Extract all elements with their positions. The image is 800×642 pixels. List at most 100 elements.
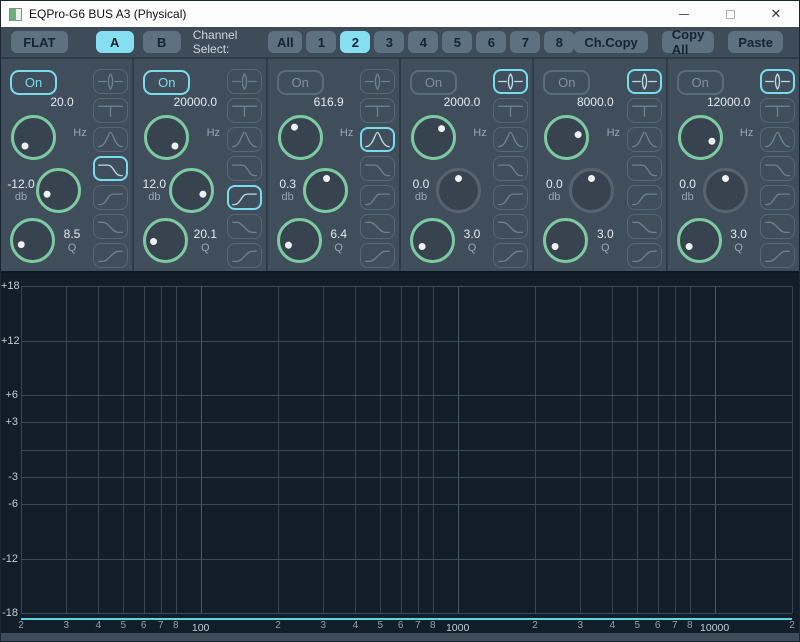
filter-notch-button[interactable] xyxy=(493,98,528,123)
band-on-button[interactable]: On xyxy=(677,70,724,95)
channel-copy-button[interactable]: Ch.Copy xyxy=(574,31,647,53)
filter-high-shelf-button[interactable] xyxy=(227,214,262,239)
notch-filter-icon xyxy=(763,100,792,121)
freq-knob[interactable] xyxy=(544,115,589,160)
filter-high-pass-button[interactable] xyxy=(493,185,528,210)
filter-low-pass-button[interactable] xyxy=(493,156,528,181)
knob-indicator-dot xyxy=(684,242,694,252)
filter-band-pass-button[interactable] xyxy=(760,127,795,152)
filter-peak-button[interactable] xyxy=(627,69,662,94)
freq-knob[interactable] xyxy=(411,115,456,160)
q-knob[interactable] xyxy=(410,218,455,263)
channel-7-button[interactable]: 7 xyxy=(510,31,540,53)
freq-knob[interactable] xyxy=(278,115,323,160)
notch-filter-icon xyxy=(96,100,125,121)
filter-band-pass-button[interactable] xyxy=(627,127,662,152)
filter-peak-button[interactable] xyxy=(93,69,128,94)
app-window: EQPro-G6 BUS A3 (Physical) ✕ FLAT A B Ch… xyxy=(0,0,800,642)
band-on-button[interactable]: On xyxy=(143,70,190,95)
channel-1-button[interactable]: 1 xyxy=(306,31,336,53)
band-pass-filter-icon xyxy=(630,129,659,150)
filter-high-pass-button[interactable] xyxy=(760,185,795,210)
filter-low-shelf-button[interactable] xyxy=(227,243,262,268)
channel-3-button[interactable]: 3 xyxy=(374,31,404,53)
filter-notch-button[interactable] xyxy=(93,98,128,123)
filter-high-shelf-button[interactable] xyxy=(760,214,795,239)
filter-high-shelf-button[interactable] xyxy=(493,214,528,239)
high-pass-filter-icon xyxy=(230,187,259,208)
eq-band-3: On 616.9 Hz 0.3 db 6.4 Q xyxy=(268,59,401,271)
gain-knob[interactable] xyxy=(569,168,614,213)
filter-low-shelf-button[interactable] xyxy=(760,243,795,268)
filter-low-shelf-button[interactable] xyxy=(627,243,662,268)
x-tick-label: 4 xyxy=(610,620,616,631)
filter-high-shelf-button[interactable] xyxy=(93,214,128,239)
channel-2-button[interactable]: 2 xyxy=(340,31,370,53)
channel-8-button[interactable]: 8 xyxy=(544,31,574,53)
band-on-button[interactable]: On xyxy=(543,70,590,95)
filter-peak-button[interactable] xyxy=(493,69,528,94)
band-on-button[interactable]: On xyxy=(277,70,324,95)
preset-ab-group: A B xyxy=(96,31,181,53)
filter-low-shelf-button[interactable] xyxy=(493,243,528,268)
filter-low-shelf-button[interactable] xyxy=(93,243,128,268)
flat-button[interactable]: FLAT xyxy=(11,31,68,53)
channel-4-button[interactable]: 4 xyxy=(408,31,438,53)
channel-select-label: Channel Select: xyxy=(193,28,264,56)
filter-peak-button[interactable] xyxy=(760,69,795,94)
filter-peak-button[interactable] xyxy=(227,69,262,94)
eq-band-5: On 8000.0 Hz 0.0 db 3.0 Q xyxy=(534,59,667,271)
filter-band-pass-button[interactable] xyxy=(227,127,262,152)
filter-high-shelf-button[interactable] xyxy=(627,214,662,239)
channel-6-button[interactable]: 6 xyxy=(476,31,506,53)
minimize-button[interactable] xyxy=(661,1,707,27)
q-knob[interactable] xyxy=(677,218,722,263)
channel-all-button[interactable]: All xyxy=(268,31,302,53)
filter-low-pass-button[interactable] xyxy=(93,156,128,181)
close-button[interactable]: ✕ xyxy=(753,1,799,27)
filter-low-pass-button[interactable] xyxy=(360,156,395,181)
x-tick-label: 7 xyxy=(672,620,678,631)
filter-low-pass-button[interactable] xyxy=(627,156,662,181)
filter-low-shelf-button[interactable] xyxy=(360,243,395,268)
filter-band-pass-button[interactable] xyxy=(93,127,128,152)
copy-all-button[interactable]: Copy All xyxy=(662,31,715,53)
filter-high-pass-button[interactable] xyxy=(93,185,128,210)
filter-notch-button[interactable] xyxy=(760,98,795,123)
filter-notch-button[interactable] xyxy=(627,98,662,123)
preset-a-button[interactable]: A xyxy=(96,31,134,53)
low-pass-filter-icon xyxy=(363,158,392,179)
freq-knob[interactable] xyxy=(144,115,189,160)
filter-low-pass-button[interactable] xyxy=(760,156,795,181)
gain-knob[interactable] xyxy=(303,168,348,213)
filter-high-pass-button[interactable] xyxy=(627,185,662,210)
filter-high-pass-button[interactable] xyxy=(360,185,395,210)
freq-knob[interactable] xyxy=(678,115,723,160)
q-knob[interactable] xyxy=(10,218,55,263)
channel-5-button[interactable]: 5 xyxy=(442,31,472,53)
high-shelf-filter-icon xyxy=(96,216,125,237)
gain-knob[interactable] xyxy=(436,168,481,213)
gain-knob[interactable] xyxy=(36,168,81,213)
filter-band-pass-button[interactable] xyxy=(493,127,528,152)
filter-low-pass-button[interactable] xyxy=(227,156,262,181)
freq-knob[interactable] xyxy=(11,115,56,160)
gain-knob[interactable] xyxy=(703,168,748,213)
paste-button[interactable]: Paste xyxy=(728,31,783,53)
filter-notch-button[interactable] xyxy=(360,98,395,123)
maximize-button[interactable] xyxy=(707,1,753,27)
band-on-button[interactable]: On xyxy=(410,70,457,95)
filter-band-pass-button[interactable] xyxy=(360,127,395,152)
filter-notch-button[interactable] xyxy=(227,98,262,123)
band-on-button[interactable]: On xyxy=(10,70,57,95)
q-knob[interactable] xyxy=(543,218,588,263)
notch-filter-icon xyxy=(363,100,392,121)
gain-knob[interactable] xyxy=(169,168,214,213)
filter-peak-button[interactable] xyxy=(360,69,395,94)
knob-indicator-dot xyxy=(437,124,447,134)
q-knob[interactable] xyxy=(143,218,188,263)
q-knob[interactable] xyxy=(277,218,322,263)
filter-high-pass-button[interactable] xyxy=(227,185,262,210)
filter-high-shelf-button[interactable] xyxy=(360,214,395,239)
preset-b-button[interactable]: B xyxy=(143,31,181,53)
